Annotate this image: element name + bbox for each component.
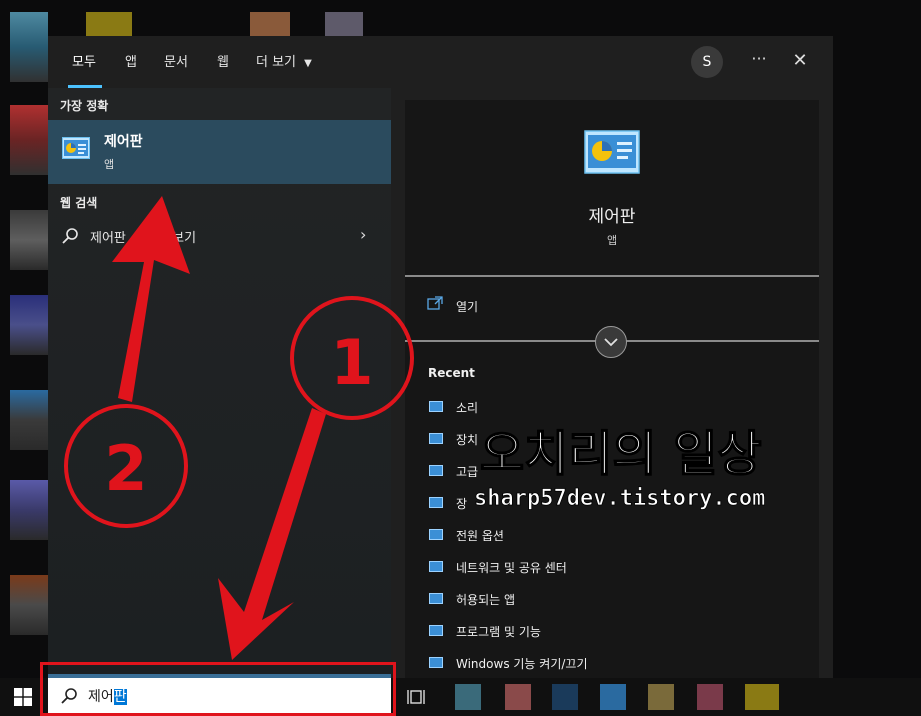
- recent-item-label: Windows 기능 켜기/끄기: [456, 657, 588, 671]
- recent-item-label: 프로그램 및 기능: [456, 625, 541, 639]
- taskbar-app-icon[interactable]: [552, 684, 578, 710]
- control-panel-item-icon: [429, 401, 443, 412]
- search-box-highlight: [40, 662, 396, 716]
- best-match-title: 제어판: [104, 134, 143, 150]
- search-icon: [62, 228, 78, 244]
- windows-start-icon[interactable]: [14, 688, 32, 706]
- preview-pane: 제어판 앱 열기 Recent 소리 장치 고급 장 전원 옵션 네트워크 및 …: [405, 100, 819, 678]
- control-panel-item-icon: [429, 561, 443, 572]
- recent-item-label: 네트워크 및 공유 센터: [456, 561, 567, 575]
- search-tabs: 모두 앱 문서 웹 더 보기 ▼ S ··· ✕: [48, 36, 833, 88]
- tab-web[interactable]: 웹: [217, 51, 229, 70]
- tab-more[interactable]: 더 보기 ▼: [256, 51, 312, 70]
- web-search-query: 제어판 과 보기: [90, 227, 196, 246]
- control-panel-item-icon: [429, 433, 443, 444]
- preview-subtitle: 앱: [606, 234, 618, 247]
- recent-item-label: 전원 옵션: [456, 529, 504, 543]
- desktop-icon[interactable]: [10, 390, 48, 450]
- taskbar-app-icon[interactable]: [697, 684, 723, 710]
- desktop-icon[interactable]: [10, 105, 48, 175]
- results-list: 가장 정확 제어판 앱 웹 검색 제어판 과 보기 ›: [48, 88, 391, 678]
- start-search-panel: 모두 앱 문서 웹 더 보기 ▼ S ··· ✕ 가장 정확 제어판 앱 웹 검…: [48, 36, 833, 678]
- taskbar-app-icon[interactable]: [745, 684, 779, 710]
- expand-button[interactable]: [595, 326, 627, 358]
- best-match-result[interactable]: 제어판 앱: [48, 120, 391, 184]
- control-panel-item-icon: [429, 465, 443, 476]
- recent-item-label: 고급: [456, 465, 479, 479]
- control-panel-item-icon: [429, 625, 443, 636]
- open-icon: [427, 296, 443, 310]
- recent-item-label: 소리: [456, 401, 479, 415]
- desktop-icon[interactable]: [250, 12, 290, 36]
- caret-down-icon: ▼: [304, 58, 312, 69]
- recent-item-label: 장치: [456, 433, 479, 447]
- desktop-icon[interactable]: [10, 575, 48, 635]
- tab-all[interactable]: 모두: [72, 51, 96, 70]
- divider: [405, 275, 819, 277]
- chevron-down-icon: [604, 338, 618, 347]
- web-search-heading: 웹 검색: [60, 196, 98, 210]
- best-match-heading: 가장 정확: [60, 99, 109, 113]
- taskbar-app-icon[interactable]: [455, 684, 481, 710]
- recent-heading: Recent: [428, 366, 475, 380]
- taskbar-app-icon[interactable]: [505, 684, 531, 710]
- preview-title: 제어판: [588, 207, 636, 227]
- account-avatar[interactable]: S: [691, 46, 723, 78]
- taskbar-app-icon[interactable]: [648, 684, 674, 710]
- chevron-right-icon[interactable]: ›: [360, 225, 366, 244]
- control-panel-large-icon: [584, 130, 640, 174]
- desktop-icon[interactable]: [10, 210, 48, 270]
- web-search-result[interactable]: 제어판 과 보기 ›: [48, 222, 391, 252]
- desktop-icon[interactable]: [10, 295, 48, 355]
- control-panel-icon: [62, 137, 90, 159]
- control-panel-item-icon: [429, 497, 443, 508]
- web-search-suffix: 과 보기: [156, 231, 197, 246]
- task-view-icon[interactable]: [407, 687, 427, 707]
- desktop-icon[interactable]: [10, 12, 48, 82]
- taskbar-app-icon[interactable]: [600, 684, 626, 710]
- control-panel-item-icon: [429, 529, 443, 540]
- web-search-term: 제어판: [90, 231, 126, 246]
- recent-item-label: 장: [456, 497, 468, 511]
- more-options-button[interactable]: ···: [747, 48, 771, 74]
- desktop-icon[interactable]: [86, 12, 132, 36]
- recent-item-label: 허용되는 앱: [456, 593, 516, 607]
- desktop-icon[interactable]: [325, 12, 363, 36]
- close-button[interactable]: ✕: [788, 48, 812, 74]
- tab-more-label: 더 보기: [256, 55, 297, 70]
- control-panel-item-icon: [429, 657, 443, 668]
- best-match-subtitle: 앱: [104, 158, 115, 171]
- control-panel-item-icon: [429, 593, 443, 604]
- open-label: 열기: [456, 300, 479, 314]
- desktop-icon[interactable]: [10, 480, 48, 540]
- tab-apps[interactable]: 앱: [125, 51, 137, 70]
- tab-documents[interactable]: 문서: [164, 51, 188, 70]
